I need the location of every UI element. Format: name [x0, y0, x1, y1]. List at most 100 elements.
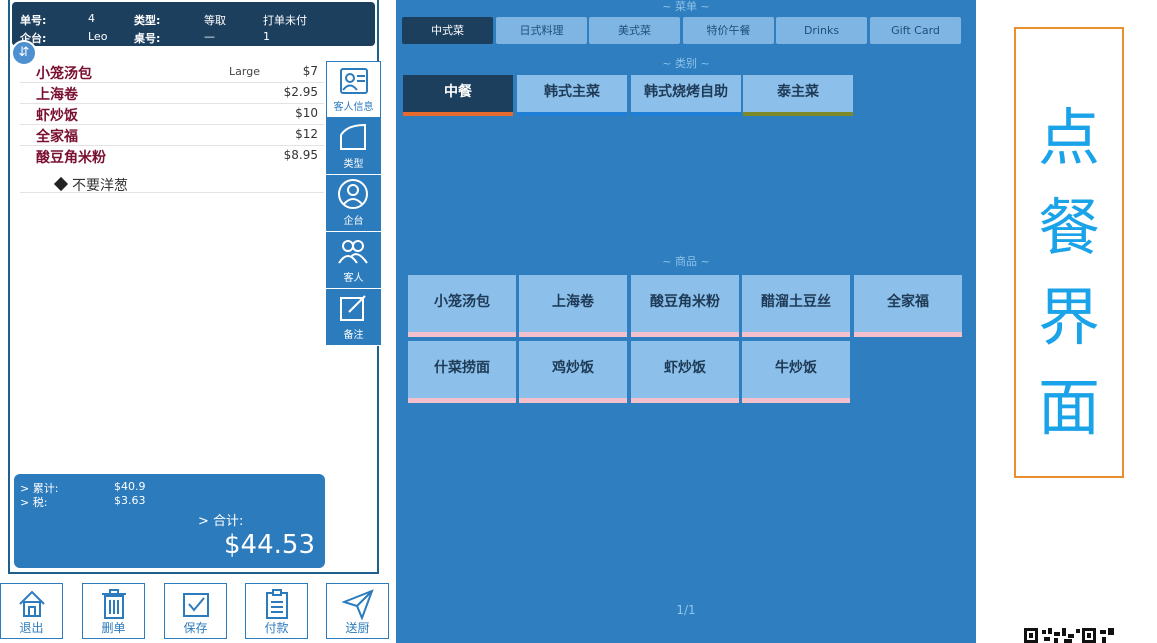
side-button-label: 企台 [343, 216, 364, 227]
caption-char: 界 [1037, 281, 1100, 354]
caption-char: 面 [1037, 371, 1100, 444]
category-label: 韩式主菜 [544, 84, 600, 100]
order-item-size: Large [229, 65, 260, 78]
menu-item-label: 醋溜土豆丝 [761, 294, 831, 310]
menu-tab-japanese[interactable]: 日式料理 [496, 17, 587, 44]
menu-tab-chinese[interactable]: 中式菜 [402, 17, 493, 44]
order-type: 等取 [204, 14, 226, 27]
home-icon [19, 590, 45, 617]
order-item-price: $8.95 [283, 148, 318, 162]
order-item-name: 全家福 [36, 129, 78, 145]
type-icon [340, 123, 366, 150]
menu-tab-american[interactable]: 美式菜 [589, 17, 680, 44]
save-button[interactable]: 保存 [164, 583, 227, 639]
trash-icon [102, 589, 126, 619]
category-color-bar [517, 112, 627, 116]
menu-item[interactable]: 什菜捞面 [408, 341, 516, 403]
caption-char: 餐 [1037, 191, 1100, 264]
menu-tab-lunch-special[interactable]: 特价午餐 [683, 17, 774, 44]
order-line[interactable]: 全家福 $12 [20, 125, 324, 146]
menu-item[interactable]: 牛炒饭 [742, 341, 850, 403]
item-color-bar [519, 398, 627, 403]
order-no: 4 [88, 12, 95, 25]
order-item-price: $7 [302, 64, 318, 78]
pay-button[interactable]: 付款 [245, 583, 308, 639]
exit-button[interactable]: 退出 [0, 583, 63, 639]
item-color-bar [631, 332, 739, 337]
menu-tab-drinks[interactable]: Drinks [776, 17, 867, 44]
category-korean-bbq[interactable]: 韩式烧烤自助 [631, 75, 741, 116]
category-thai-main[interactable]: 泰主菜 [743, 75, 853, 116]
item-color-bar [854, 332, 962, 337]
tax-label: > 税: [20, 496, 48, 509]
menu-item[interactable]: 醋溜土豆丝 [742, 275, 850, 337]
item-color-bar [742, 398, 850, 403]
menu-item-label: 鸡炒饭 [552, 360, 594, 376]
category-chinese[interactable]: 中餐 [403, 75, 513, 116]
order-item-name: 虾炒饭 [36, 108, 78, 124]
customer-info-button[interactable]: 客人信息 [326, 61, 381, 118]
menu-item[interactable]: 上海卷 [519, 275, 627, 337]
menu-item-label: 什菜捞面 [434, 360, 490, 376]
staff-button[interactable]: 企台 [326, 175, 381, 232]
note-button[interactable]: 备注 [326, 289, 381, 346]
order-item-name: 上海卷 [36, 87, 78, 103]
menu-item[interactable]: 鸡炒饭 [519, 341, 627, 403]
menu-item-label: 全家福 [887, 294, 929, 310]
menu-tab-gift-card[interactable]: Gift Card [870, 17, 961, 44]
order-line[interactable]: 小笼汤包 Large $7 [20, 62, 324, 83]
item-color-bar [408, 332, 516, 337]
send-kitchen-button[interactable]: 送厨 [326, 583, 389, 639]
save-label: 保存 [183, 621, 208, 635]
order-item-price: $12 [295, 127, 318, 141]
menu-area: ~ 菜单 ~ 中式菜 日式料理 美式菜 特价午餐 Drinks Gift Car… [396, 0, 976, 643]
item-color-bar [519, 332, 627, 337]
menu-item-label: 酸豆角米粉 [650, 294, 720, 310]
menu-item[interactable]: 小笼汤包 [408, 275, 516, 337]
type-button[interactable]: 类型 [326, 118, 381, 175]
category-section-title: ~ 类别 ~ [662, 57, 710, 70]
delete-order-label: 删单 [101, 621, 126, 635]
category-color-bar [631, 112, 741, 116]
order-item-note: 不要洋葱 [53, 175, 128, 195]
category-label: 泰主菜 [777, 84, 819, 100]
caption-char: 点 [1037, 101, 1100, 174]
item-color-bar [408, 398, 516, 403]
exit-label: 退出 [19, 621, 44, 635]
edit-icon [340, 295, 366, 321]
menu-item-label: 虾炒饭 [664, 360, 706, 376]
delete-order-button[interactable]: 删单 [82, 583, 145, 639]
order-line[interactable]: 虾炒饭 $10 [20, 104, 324, 125]
item-color-bar [631, 398, 739, 403]
items-section-title: ~ 商品 ~ [662, 255, 710, 268]
tag-icon [53, 176, 69, 192]
order-note-text: 不要洋葱 [72, 178, 128, 194]
menu-item-label: 小笼汤包 [434, 294, 490, 310]
guest-count: 1 [263, 30, 270, 43]
staff-name: Leo [88, 30, 108, 43]
table-no: — [204, 30, 215, 43]
staff-icon [338, 179, 368, 209]
category-color-bar [743, 112, 853, 116]
pay-label: 付款 [264, 621, 289, 635]
tax-value: $3.63 [114, 494, 146, 507]
category-korean-main[interactable]: 韩式主菜 [517, 75, 627, 116]
menu-item[interactable]: 虾炒饭 [631, 341, 739, 403]
menu-item[interactable]: 酸豆角米粉 [631, 275, 739, 337]
side-caption-box: 点 餐 界 面 [1014, 27, 1124, 478]
qr-code-icon [1024, 628, 1114, 643]
category-color-bar [403, 112, 513, 116]
send-icon [342, 589, 374, 620]
order-header: 单号: 4 类型: 等取 打单未付 企台: Leo 桌号: — 1 [12, 2, 375, 46]
total-label: > 合计: [198, 514, 244, 529]
print-status: 打单未付 [263, 14, 307, 27]
order-item-price: $10 [295, 106, 318, 120]
order-line[interactable]: 上海卷 $2.95 [20, 83, 324, 104]
totals-box: > 累计: $40.9 > 税: $3.63 > 合计: $44.53 [14, 474, 325, 568]
guest-button[interactable]: 客人 [326, 232, 381, 289]
menu-item[interactable]: 全家福 [854, 275, 962, 337]
side-button-label: 类型 [343, 159, 364, 170]
side-button-column: 客人信息 类型 企台 客人 备注 [326, 61, 381, 346]
guests-icon [338, 240, 368, 264]
order-item-price: $2.95 [283, 85, 318, 99]
